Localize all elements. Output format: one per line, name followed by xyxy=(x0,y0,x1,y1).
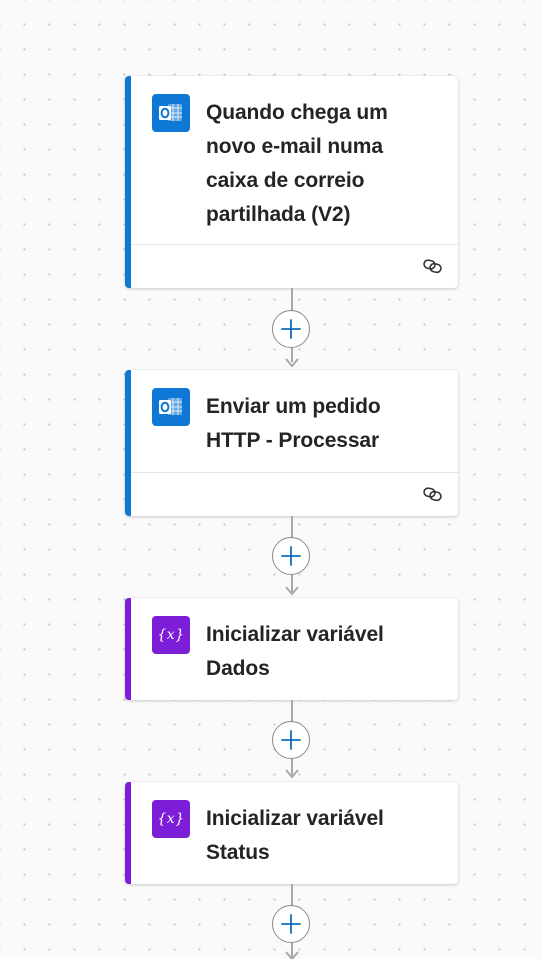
arrow-down-icon xyxy=(285,951,299,959)
flow-step-card[interactable]: {x} Inicializar variável Dados xyxy=(125,598,458,700)
variable-icon-glyph: {x} xyxy=(157,627,185,643)
plus-icon xyxy=(281,319,301,339)
add-action-button[interactable] xyxy=(272,721,310,759)
card-header[interactable]: {x} Inicializar variável Status xyxy=(125,782,458,870)
variable-icon-glyph: {x} xyxy=(157,811,185,827)
card-header[interactable]: Quando chega um novo e-mail numa caixa d… xyxy=(125,76,458,232)
arrow-down-icon xyxy=(285,586,299,596)
flow-step-card[interactable]: {x} Inicializar variável Status xyxy=(125,782,458,884)
outlook-icon xyxy=(152,94,190,132)
variable-icon: {x} xyxy=(152,800,190,838)
step-title: Quando chega um novo e-mail numa caixa d… xyxy=(206,101,388,226)
plus-icon xyxy=(281,730,301,750)
arrow-down-icon xyxy=(285,769,299,779)
outlook-icon xyxy=(152,388,190,426)
plus-icon xyxy=(281,546,301,566)
step-title: Inicializar variável Status xyxy=(206,807,384,864)
card-footer xyxy=(131,472,458,516)
arrow-down-icon xyxy=(285,358,299,368)
add-action-button[interactable] xyxy=(272,310,310,348)
card-footer xyxy=(131,244,458,288)
flow-step-card[interactable]: Quando chega um novo e-mail numa caixa d… xyxy=(125,76,458,288)
card-header[interactable]: {x} Inicializar variável Dados xyxy=(125,598,458,686)
add-action-button[interactable] xyxy=(272,905,310,943)
add-action-button[interactable] xyxy=(272,537,310,575)
link-icon[interactable] xyxy=(422,484,444,504)
flow-step-card[interactable]: Enviar um pedido HTTP - Processar xyxy=(125,370,458,516)
card-header[interactable]: Enviar um pedido HTTP - Processar xyxy=(125,370,458,458)
step-title: Enviar um pedido HTTP - Processar xyxy=(206,395,381,452)
plus-icon xyxy=(281,914,301,934)
variable-icon: {x} xyxy=(152,616,190,654)
step-title: Inicializar variável Dados xyxy=(206,623,384,680)
link-icon[interactable] xyxy=(422,256,444,276)
